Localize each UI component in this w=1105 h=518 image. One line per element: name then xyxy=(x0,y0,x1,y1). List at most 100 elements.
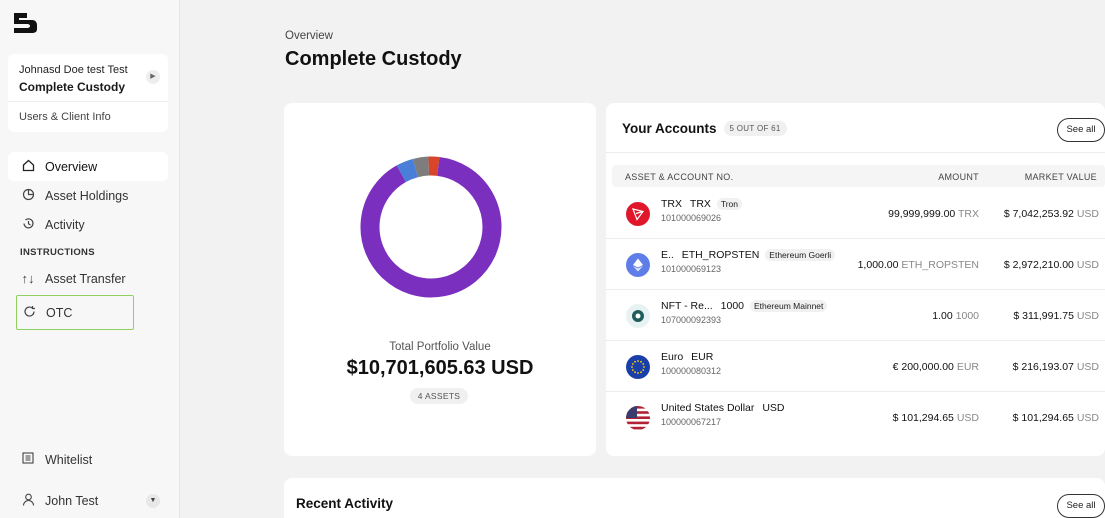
market-value-cell: $ 311,991.75 USD xyxy=(1013,310,1099,322)
market-value-cell: $ 216,193.07 USD xyxy=(1013,361,1099,373)
tron-icon xyxy=(626,202,650,226)
network-tag: Tron xyxy=(716,198,743,210)
market-value-cell: $ 2,972,210.00 USD xyxy=(1004,259,1099,271)
asset-code: TRX xyxy=(689,198,711,210)
amount-cell: € 200,000.00 EUR xyxy=(893,361,979,373)
network-tag: Ethereum Mainnet xyxy=(749,300,828,312)
table-row[interactable]: NFT - Re... 1000 Ethereum Mainnet 107000… xyxy=(606,290,1105,341)
amount-cell: 1,000.00 ETH_ROPSTEN xyxy=(858,259,979,271)
eu-flag-icon xyxy=(626,355,650,379)
amount-value: 1.00 xyxy=(932,310,953,322)
market-value-unit: USD xyxy=(1076,412,1099,424)
sidebar-item-otc[interactable]: OTC xyxy=(16,295,134,330)
org-switcher-card: Johnasd Doe test Test Complete Custody ▶… xyxy=(8,54,168,132)
total-portfolio-value: $10,701,605.63 USD xyxy=(346,357,534,379)
accounts-header: Your Accounts 5 OUT OF 61 xyxy=(622,121,787,136)
amount-cell: 99,999,999.00 TRX xyxy=(888,208,979,220)
column-header-market-value: MARKET VALUE xyxy=(1024,172,1097,182)
home-icon xyxy=(20,159,36,175)
user-menu[interactable]: John Test ▼ xyxy=(8,486,168,515)
accounts-title: Your Accounts xyxy=(622,121,717,136)
accounts-count-badge: 5 OUT OF 61 xyxy=(723,121,787,136)
pie-chart-icon xyxy=(20,188,36,204)
table-row[interactable]: United States Dollar USD 100000067217 $ … xyxy=(606,392,1105,443)
column-header-asset: ASSET & ACCOUNT NO. xyxy=(625,172,734,182)
sidebar-item-label: Activity xyxy=(45,217,85,232)
nft-icon xyxy=(626,304,650,328)
market-value: $ 101,294.65 xyxy=(1012,412,1074,424)
org-switcher[interactable]: Johnasd Doe test Test Complete Custody ▶ xyxy=(8,54,168,102)
sidebar-item-asset-transfer[interactable]: ↑↓ Asset Transfer xyxy=(8,264,168,293)
table-row[interactable]: E.. ETH_ROPSTEN Ethereum Goerli 10100006… xyxy=(606,239,1105,290)
sidebar-item-label: Whitelist xyxy=(45,452,93,467)
account-number: 101000069123 xyxy=(661,264,722,274)
brand-logo[interactable] xyxy=(12,12,38,34)
market-value-unit: USD xyxy=(1076,259,1099,271)
ethereum-icon xyxy=(626,253,650,277)
amount-cell: 1.00 1000 xyxy=(932,310,979,322)
asset-name: E.. xyxy=(661,249,674,261)
recent-activity-card: Recent Activity See all xyxy=(284,478,1105,518)
donut-segment[interactable] xyxy=(360,157,502,298)
total-portfolio-label: Total Portfolio Value xyxy=(389,341,491,353)
column-header-amount: AMOUNT xyxy=(938,172,979,182)
asset-code: EUR xyxy=(691,351,714,363)
amount-cell: $ 101,294.65 USD xyxy=(893,412,979,424)
network-tag: Ethereum Goerli xyxy=(765,249,836,261)
table-row[interactable]: TRX TRX Tron 101000069026 99,999,999.00 … xyxy=(606,188,1105,239)
divider xyxy=(606,152,1105,153)
accounts-card: Your Accounts 5 OUT OF 61 See all ASSET … xyxy=(606,103,1105,456)
refresh-icon xyxy=(21,305,37,321)
portfolio-donut-chart xyxy=(360,156,502,298)
breadcrumb: Overview xyxy=(285,30,333,42)
history-icon xyxy=(20,217,36,233)
account-number: 100000067217 xyxy=(661,417,722,427)
amount-value: 99,999,999.00 xyxy=(888,208,956,220)
amount-unit: 1000 xyxy=(955,310,979,322)
amount-unit: ETH_ROPSTEN xyxy=(901,259,979,271)
donut-segment[interactable] xyxy=(396,158,419,183)
market-value-unit: USD xyxy=(1076,310,1099,322)
recent-see-all-button[interactable]: See all xyxy=(1057,494,1105,518)
transfer-arrows-icon: ↑↓ xyxy=(21,271,35,286)
asset-name: NFT - Re... xyxy=(661,300,713,312)
user-icon xyxy=(20,493,36,509)
market-value: $ 2,972,210.00 xyxy=(1003,259,1074,271)
sidebar-item-label: Overview xyxy=(45,159,98,174)
asset-name: United States Dollar xyxy=(661,402,755,414)
sidebar-item-asset-holdings[interactable]: Asset Holdings xyxy=(8,181,168,210)
account-number: 100000080312 xyxy=(661,366,722,376)
market-value-unit: USD xyxy=(1076,208,1099,220)
recent-activity-title: Recent Activity xyxy=(296,496,394,511)
org-name: Complete Custody xyxy=(19,80,126,94)
market-value-unit: USD xyxy=(1076,361,1099,373)
asset-name: Euro xyxy=(661,351,684,363)
chevron-down-icon[interactable]: ▼ xyxy=(146,494,160,508)
sidebar-item-overview[interactable]: Overview xyxy=(8,152,168,181)
instructions-section-label: INSTRUCTIONS xyxy=(20,247,95,258)
chevron-right-icon[interactable]: ▶ xyxy=(146,70,160,84)
amount-value: 1,000.00 xyxy=(857,259,899,271)
market-value: $ 311,991.75 xyxy=(1013,310,1074,322)
donut-segment[interactable] xyxy=(413,156,430,178)
sidebar-item-whitelist[interactable]: Whitelist xyxy=(8,445,168,474)
users-client-info-link[interactable]: Users & Client Info xyxy=(8,102,168,123)
sidebar-nav: Overview Asset Holdings Activity INSTRUC… xyxy=(8,152,168,330)
market-value-cell: $ 101,294.65 USD xyxy=(1013,412,1099,424)
accounts-see-all-button[interactable]: See all xyxy=(1057,118,1105,142)
table-row[interactable]: Euro EUR 100000080312 € 200,000.00 EUR $… xyxy=(606,341,1105,392)
us-flag-icon xyxy=(626,406,650,430)
sidebar-item-label: OTC xyxy=(46,305,73,320)
asset-code: 1000 xyxy=(720,300,745,312)
sidebar-item-activity[interactable]: Activity xyxy=(8,210,168,239)
amount-unit: EUR xyxy=(956,361,979,373)
market-value: $ 7,042,253.92 xyxy=(1003,208,1074,220)
sidebar-item-label: Asset Holdings xyxy=(45,188,129,203)
list-icon xyxy=(20,452,36,467)
assets-count-badge: 4 ASSETS xyxy=(410,388,468,404)
asset-code: USD xyxy=(762,402,785,414)
amount-unit: TRX xyxy=(958,208,979,220)
market-value: $ 216,193.07 xyxy=(1012,361,1074,373)
sidebar-bottom: Whitelist John Test ▼ xyxy=(8,445,168,515)
page-title: Complete Custody xyxy=(285,48,462,70)
